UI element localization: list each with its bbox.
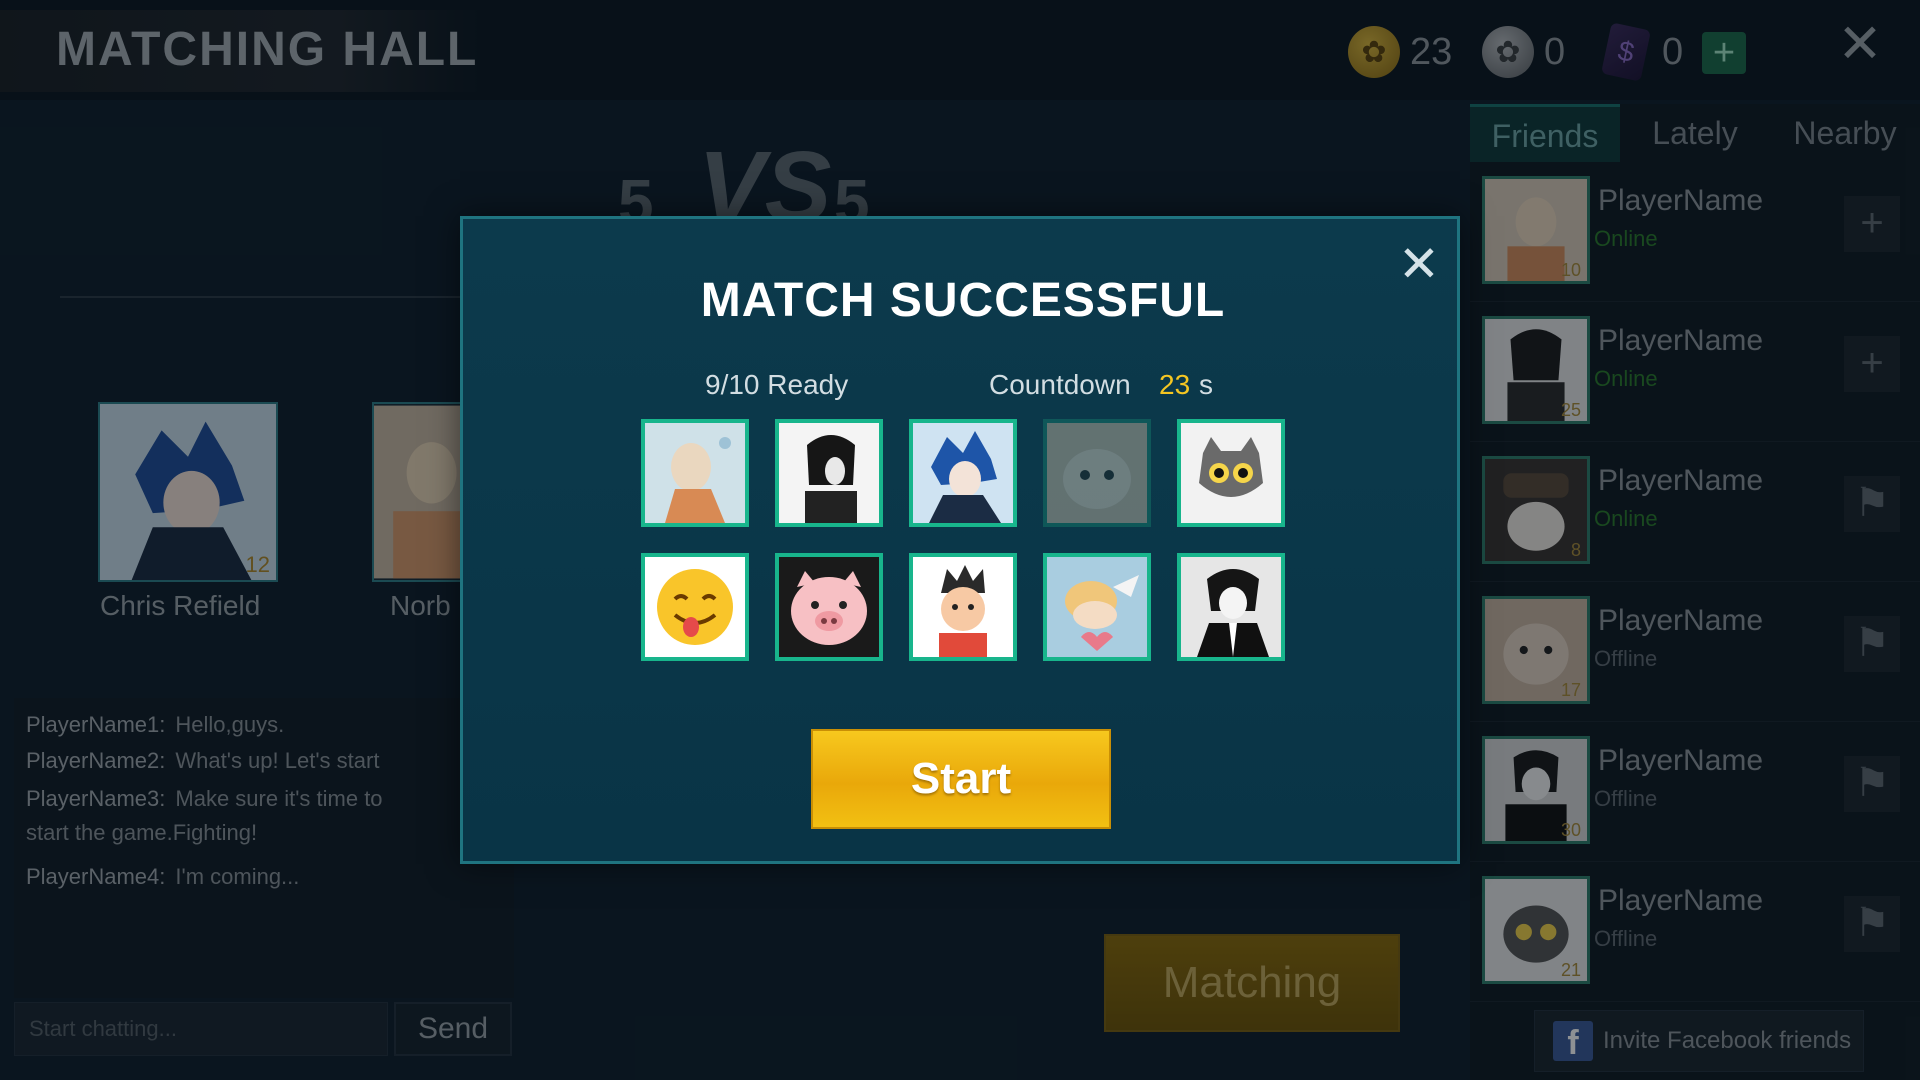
player-slot bbox=[641, 419, 749, 527]
match-successful-dialog: ✕ MATCH SUCCESSFUL 9/10 Ready Countdown … bbox=[460, 216, 1460, 864]
dialog-title: MATCH SUCCESSFUL bbox=[700, 274, 1226, 327]
cartoon-boy-avatar-icon bbox=[913, 557, 1013, 657]
cat-photo-avatar-icon bbox=[1047, 423, 1147, 523]
player-slot bbox=[909, 553, 1017, 661]
start-button[interactable]: Start bbox=[811, 729, 1111, 829]
sleeping-boy-avatar-icon bbox=[1047, 557, 1147, 657]
player-slot-not-ready bbox=[1043, 419, 1151, 527]
dark-hair-avatar-icon bbox=[779, 423, 879, 523]
player-slot bbox=[1177, 553, 1285, 661]
player-slot bbox=[775, 553, 883, 661]
anime-girl-avatar-icon bbox=[645, 423, 745, 523]
gray-cat-avatar-icon bbox=[1181, 423, 1281, 523]
pig-icon bbox=[779, 557, 879, 657]
suit-man-avatar-icon bbox=[1181, 557, 1281, 657]
ready-status: 9/10 Ready bbox=[705, 369, 849, 400]
player-slot bbox=[641, 553, 749, 661]
player-slot bbox=[1043, 553, 1151, 661]
player-slot bbox=[1177, 419, 1285, 527]
emoji-tongue-icon bbox=[645, 557, 745, 657]
countdown-value: 23 bbox=[1159, 369, 1191, 400]
player-slot bbox=[909, 419, 1017, 527]
anime-boy-avatar-icon bbox=[913, 423, 1013, 523]
countdown-label: Countdown bbox=[989, 369, 1131, 400]
player-slot bbox=[775, 419, 883, 527]
countdown-unit: s bbox=[1199, 369, 1213, 400]
